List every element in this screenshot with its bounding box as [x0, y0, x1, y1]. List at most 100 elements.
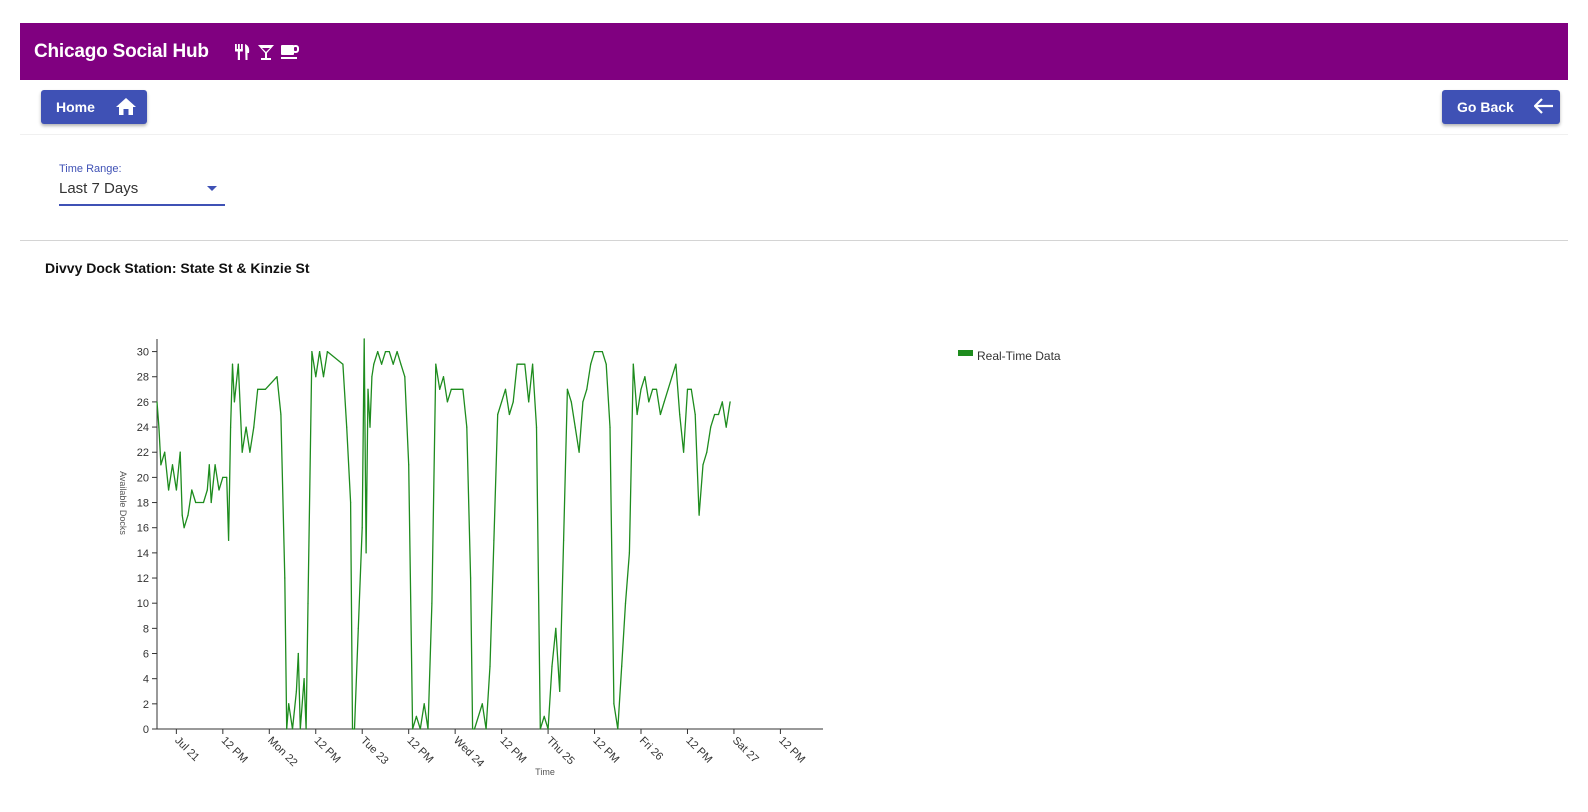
data-point: [582, 401, 584, 403]
data-point: [286, 728, 288, 730]
data-point: [652, 388, 654, 390]
data-point: [160, 464, 162, 466]
data-point: [369, 426, 371, 428]
y-tick-label: 20: [137, 472, 149, 484]
data-point: [435, 363, 437, 365]
data-point: [706, 451, 708, 453]
data-point: [164, 451, 166, 453]
data-point: [570, 401, 572, 403]
data-point: [297, 652, 299, 655]
data-point: [516, 363, 518, 365]
data-point: [717, 413, 720, 416]
data-point: [597, 351, 600, 353]
data-point: [439, 388, 441, 390]
y-tick-label: 24: [137, 422, 149, 434]
data-point: [423, 703, 425, 705]
series-line: [156, 338, 731, 730]
data-point: [659, 413, 662, 416]
data-point: [466, 426, 468, 428]
data-point: [512, 401, 514, 403]
x-tick-label: Tue 23: [358, 735, 390, 767]
data-point: [508, 413, 510, 416]
data-point: [686, 388, 689, 390]
data-point: [175, 489, 177, 491]
data-point: [400, 363, 402, 365]
data-point: [377, 351, 379, 353]
data-point: [183, 527, 185, 529]
data-point: [613, 703, 615, 705]
data-point: [222, 476, 224, 478]
y-tick-label: 14: [137, 548, 149, 560]
x-tick-label: Fri 26: [637, 735, 665, 763]
plot-area: [156, 338, 731, 730]
data-point: [497, 413, 499, 416]
data-point: [725, 426, 727, 428]
data-point: [315, 376, 317, 378]
data-point: [617, 728, 619, 730]
data-point: [636, 413, 638, 416]
data-point: [504, 388, 507, 390]
x-tick-label: Wed 24: [451, 735, 486, 770]
data-point: [694, 413, 696, 416]
data-point: [363, 338, 365, 340]
x-axis-title: Time: [535, 767, 555, 777]
data-point: [371, 376, 373, 378]
x-tick-label: 12 PM: [219, 735, 250, 766]
data-point: [679, 413, 681, 416]
data-point: [559, 690, 561, 692]
data-point: [675, 363, 677, 365]
data-point: [280, 413, 282, 416]
data-point: [590, 363, 592, 365]
data-point: [326, 351, 328, 353]
y-tick-label: 12: [137, 573, 149, 585]
legend-swatch: [958, 350, 973, 356]
data-point: [721, 401, 723, 403]
data-point: [566, 388, 569, 390]
data-point: [578, 451, 580, 453]
data-point: [462, 388, 464, 390]
data-point: [640, 388, 642, 390]
data-point: [181, 514, 183, 516]
data-point: [342, 363, 344, 365]
data-point: [179, 451, 181, 453]
data-point: [485, 728, 487, 730]
y-tick-label: 2: [143, 699, 149, 711]
data-point: [655, 388, 658, 390]
data-point: [624, 602, 627, 604]
data-point: [524, 363, 526, 365]
data-point: [233, 401, 235, 403]
data-point: [361, 527, 363, 529]
data-point: [351, 728, 354, 730]
x-tick-label: 12 PM: [312, 735, 343, 766]
data-point: [710, 426, 712, 428]
data-point: [264, 388, 266, 390]
data-point: [303, 678, 305, 680]
x-tick-label: 12 PM: [683, 735, 714, 766]
data-point: [195, 501, 197, 504]
data-point: [415, 715, 417, 718]
data-point: [663, 401, 665, 403]
data-point: [353, 728, 356, 730]
data-point: [210, 501, 212, 504]
data-point: [698, 514, 700, 516]
data-point: [593, 351, 596, 353]
y-tick-label: 16: [137, 523, 149, 535]
y-tick-label: 6: [143, 649, 149, 661]
data-point: [667, 388, 669, 390]
data-point: [230, 426, 232, 428]
data-point: [489, 665, 491, 667]
data-point: [628, 552, 631, 554]
data-point: [543, 715, 545, 718]
data-point: [367, 388, 369, 390]
y-tick-label: 10: [137, 598, 149, 610]
y-tick-label: 18: [137, 498, 149, 510]
x-tick-label: Sat 27: [730, 735, 761, 766]
y-tick-label: 30: [137, 347, 149, 359]
data-point: [671, 376, 673, 378]
data-point: [388, 351, 390, 353]
data-point: [365, 552, 367, 554]
data-point: [532, 363, 534, 365]
data-point: [563, 539, 565, 541]
y-tick-label: 4: [143, 674, 149, 686]
data-point: [431, 602, 433, 604]
